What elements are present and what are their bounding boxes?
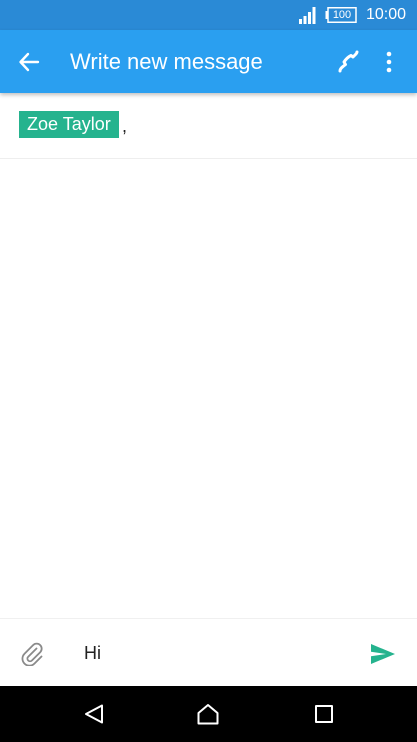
phone-icon [338,50,359,73]
nav-home-button[interactable] [194,700,222,728]
back-button[interactable] [14,47,44,77]
nav-home-icon [197,704,219,725]
battery-level: 100 [332,9,352,21]
signal-icon [299,7,316,24]
attach-button[interactable] [18,639,46,667]
message-input[interactable] [76,635,362,671]
send-button[interactable] [368,639,398,669]
call-button[interactable] [333,47,363,77]
recipient-separator: , [122,116,128,136]
navigation-bar [0,686,417,742]
paperclip-icon [21,642,43,666]
send-icon [371,644,395,664]
recipient-field[interactable]: Zoe Taylor , [0,93,417,159]
nav-back-icon [85,704,103,724]
compose-bar [0,618,417,687]
status-bar: 100 10:00 [0,0,417,30]
back-arrow-icon [19,52,40,72]
nav-recents-icon [315,705,333,723]
app-bar: Write new message [0,30,417,93]
conversation-area [0,159,417,618]
more-options-button[interactable] [376,47,402,77]
recipient-chip[interactable]: Zoe Taylor [19,111,119,138]
status-time: 10:00 [366,6,407,23]
page-title: Write new message [70,49,263,74]
nav-recents-button[interactable] [310,700,338,728]
nav-back-button[interactable] [80,700,108,728]
more-vert-icon [386,51,392,73]
screen: 100 10:00 Write new message Zoe Taylor , [0,0,417,742]
